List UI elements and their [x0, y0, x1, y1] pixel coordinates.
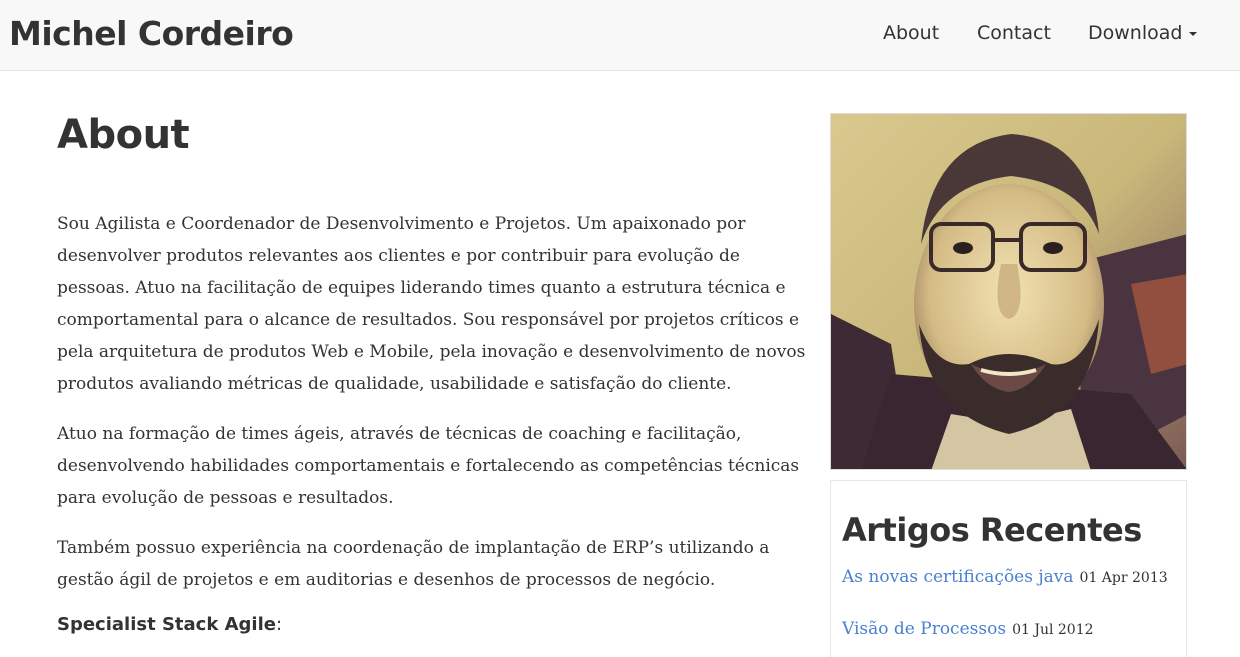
recent-articles-title: Artigos Recentes [842, 511, 1142, 549]
article-date: 01 Apr 2013 [1079, 570, 1168, 586]
page-title: About [57, 112, 190, 158]
about-paragraph-2: Atuo na formação de times ágeis, através… [57, 424, 800, 508]
article-link[interactable]: Visão de Processos [842, 619, 1006, 639]
stack-heading-colon: : [275, 614, 283, 635]
profile-photo-icon [831, 114, 1186, 469]
brand-link[interactable]: Michel Cordeiro [9, 14, 294, 53]
article-date: 01 Jul 2012 [1012, 622, 1094, 638]
nav-about-link[interactable]: About [883, 22, 939, 44]
about-content: Sou Agilista e Coordenador de Desenvolvi… [57, 208, 807, 638]
list-item: As novas certificações java 01 Apr 2013 [842, 567, 1168, 587]
list-item: Visão de Processos 01 Jul 2012 [842, 619, 1094, 639]
nav-download-label: Download [1088, 22, 1183, 44]
about-paragraph-3: Também possuo experiência na coordenação… [57, 538, 770, 590]
caret-down-icon [1189, 31, 1198, 36]
about-paragraph-1: Sou Agilista e Coordenador de Desenvolvi… [57, 214, 806, 394]
recent-articles-panel: Artigos Recentes As novas certificações … [830, 480, 1187, 657]
stack-heading-label: Specialist Stack Agile [57, 614, 276, 635]
nav-contact-link[interactable]: Contact [977, 22, 1051, 44]
nav-download-dropdown[interactable]: Download [1088, 22, 1198, 44]
top-navbar: Michel Cordeiro About Contact Download [0, 0, 1240, 71]
article-link[interactable]: As novas certificações java [842, 567, 1074, 587]
profile-photo [830, 113, 1187, 470]
stack-heading: Specialist Stack Agile: [57, 612, 807, 638]
